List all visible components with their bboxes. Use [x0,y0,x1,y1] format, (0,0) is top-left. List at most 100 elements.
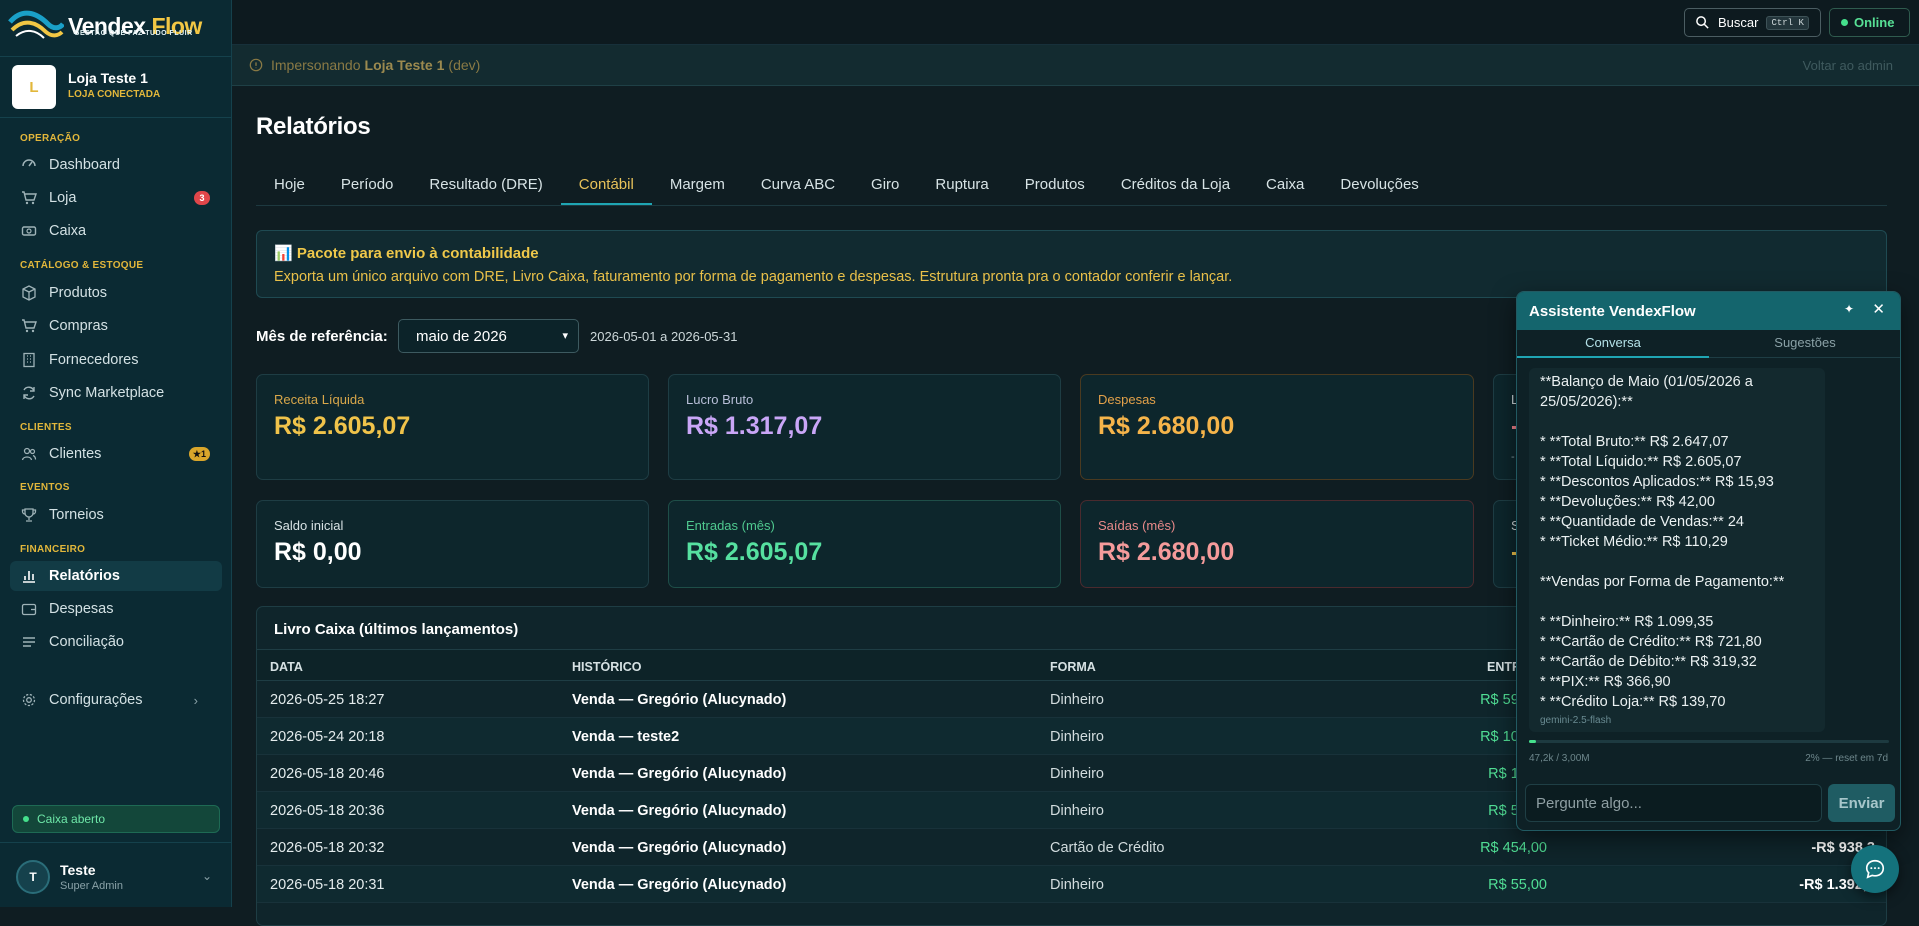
user-role: Super Admin [60,880,123,892]
tab-contabil[interactable]: Contábil [560,171,652,205]
tab-ruptura[interactable]: Ruptura [917,171,1006,205]
dashboard-icon [20,156,38,174]
cart-icon [20,189,38,207]
cash-status-label: Caixa aberto [37,812,106,826]
info-icon [249,58,263,72]
sidebar-item-label: Torneios [49,507,104,523]
chevron-down-icon: ⌄ [201,869,212,883]
avatar: T [16,860,50,894]
package-title: 📊 Pacote para envio à contabilidade [274,245,539,262]
column-header: HISTÓRICO [572,660,642,674]
clientes-badge: ★1 [188,447,210,461]
sidebar-item-torneios[interactable]: Torneios [10,500,222,530]
sidebar-item-label: Loja [49,190,77,206]
sidebar-item-configuracoes[interactable]: Configurações › [10,685,222,715]
reference-month-select[interactable]: maio de 2026 ▾ [398,319,579,353]
impersonated-store: Loja Teste 1 [364,57,445,73]
close-icon[interactable]: ✕ [1872,300,1885,318]
page-title: Relatórios [256,113,371,140]
accounting-package-banner: 📊 Pacote para envio à contabilidade Expo… [256,230,1887,298]
tab-creditos-loja[interactable]: Créditos da Loja [1103,171,1248,205]
card-label: Saídas (mês) [1098,518,1176,533]
tab-curva-abc[interactable]: Curva ABC [743,171,853,205]
sidebar-item-label: Caixa [49,223,87,239]
report-tabs: Hoje Período Resultado (DRE) Contábil Ma… [256,171,1437,205]
section-eventos: EVENTOS [20,482,70,493]
sidebar-item-dashboard[interactable]: Dashboard [10,150,222,180]
tab-periodo[interactable]: Período [323,171,412,205]
tab-hoje[interactable]: Hoje [256,171,323,205]
usage-text: 47,2k / 3,00M [1529,753,1590,764]
sparkle-icon[interactable]: ✦ [1844,302,1854,316]
search-button[interactable]: Buscar Ctrl K [1684,8,1821,37]
assistant-tabs: Conversa Sugestões [1517,330,1900,358]
sidebar-item-despesas[interactable]: Despesas [10,594,222,624]
sidebar-item-label: Sync Marketplace [49,385,165,401]
brand-logo[interactable]: Vendex Flow [8,4,202,48]
chevron-down-icon: ▾ [562,330,568,342]
chevron-right-icon: › [193,692,198,708]
sidebar-item-label: Configurações [49,692,143,708]
user-menu[interactable]: T Teste Super Admin ⌄ [0,842,232,907]
sidebar-item-fornecedores[interactable]: Fornecedores [10,345,222,375]
search-shortcut: Ctrl K [1766,15,1809,30]
tab-caixa[interactable]: Caixa [1248,171,1322,205]
usage-progress-bar [1529,740,1889,743]
tab-resultado-dre[interactable]: Resultado (DRE) [411,171,560,205]
ledger-title: Livro Caixa (últimos lançamentos) [274,621,519,638]
sidebar-item-relatorios[interactable]: Relatórios [10,561,222,591]
gear-icon [20,691,38,709]
sidebar-item-conciliacao[interactable]: Conciliação [10,627,222,657]
column-header: DATA [270,660,303,674]
cash-status-badge[interactable]: Caixa aberto [12,805,220,833]
box-icon [20,284,38,302]
table-row[interactable]: 2026-05-18 20:32 Venda — Gregório (Alucy… [257,829,1886,866]
package-description: Exporta um único arquivo com DRE, Livro … [274,269,1233,285]
impersonation-text: Impersonando Loja Teste 1 (dev) [249,57,480,73]
usage-progress-fill [1529,740,1537,743]
tab-conversa[interactable]: Conversa [1517,330,1709,358]
sidebar-item-label: Produtos [49,285,108,301]
search-icon [1696,16,1709,29]
card-receita-liquida: Receita Líquida R$ 2.605,07 [256,374,649,480]
search-label: Buscar [1718,15,1759,30]
store-status: LOJA CONECTADA [68,89,161,100]
chat-bubble-icon [1865,859,1885,879]
status-dot-icon [23,816,29,822]
store-switcher[interactable]: L Loja Teste 1 LOJA CONECTADA [0,56,232,118]
sidebar-item-label: Despesas [49,601,114,617]
card-entradas: Entradas (mês) R$ 2.605,07 [668,500,1061,588]
tab-sugestoes[interactable]: Sugestões [1709,330,1900,358]
table-row[interactable]: 2026-05-18 20:31 Venda — Gregório (Alucy… [257,866,1886,903]
users-icon [20,445,38,463]
tab-devolucoes[interactable]: Devoluções [1322,171,1436,205]
back-to-admin-link[interactable]: Voltar ao admin [1803,58,1893,73]
sidebar-item-caixa[interactable]: Caixa [10,216,222,246]
tab-produtos[interactable]: Produtos [1007,171,1103,205]
section-clientes: CLIENTES [20,422,72,433]
card-value: R$ 2.605,07 [686,538,823,566]
section-financeiro: FINANCEIRO [20,544,86,555]
online-status-badge: Online [1829,8,1910,37]
card-label: Despesas [1098,392,1156,407]
card-label: Saldo inicial [274,518,344,533]
status-dot-icon [1841,19,1848,26]
tab-giro[interactable]: Giro [853,171,917,205]
section-operacao: OPERAÇÃO [20,133,81,144]
sidebar-item-sync-marketplace[interactable]: Sync Marketplace [10,378,222,408]
card-label: Receita Líquida [274,392,365,407]
sidebar-item-label: Clientes [49,446,102,462]
tab-margem[interactable]: Margem [652,171,743,205]
sidebar-item-label: Dashboard [49,157,120,173]
sidebar-item-clientes[interactable]: Clientes ★1 [10,439,222,469]
sidebar-item-compras[interactable]: Compras [10,311,222,341]
card-value: R$ 2.680,00 [1098,412,1235,440]
building-icon [20,351,38,369]
sidebar-item-produtos[interactable]: Produtos [10,278,222,308]
assistant-input[interactable] [1525,784,1822,822]
card-saldo-inicial: Saldo inicial R$ 0,00 [256,500,649,588]
chat-toggle-button[interactable] [1851,845,1899,893]
send-button[interactable]: Enviar [1828,784,1895,822]
sidebar-item-loja[interactable]: Loja 3 [10,183,222,213]
loja-badge: 3 [194,191,210,205]
